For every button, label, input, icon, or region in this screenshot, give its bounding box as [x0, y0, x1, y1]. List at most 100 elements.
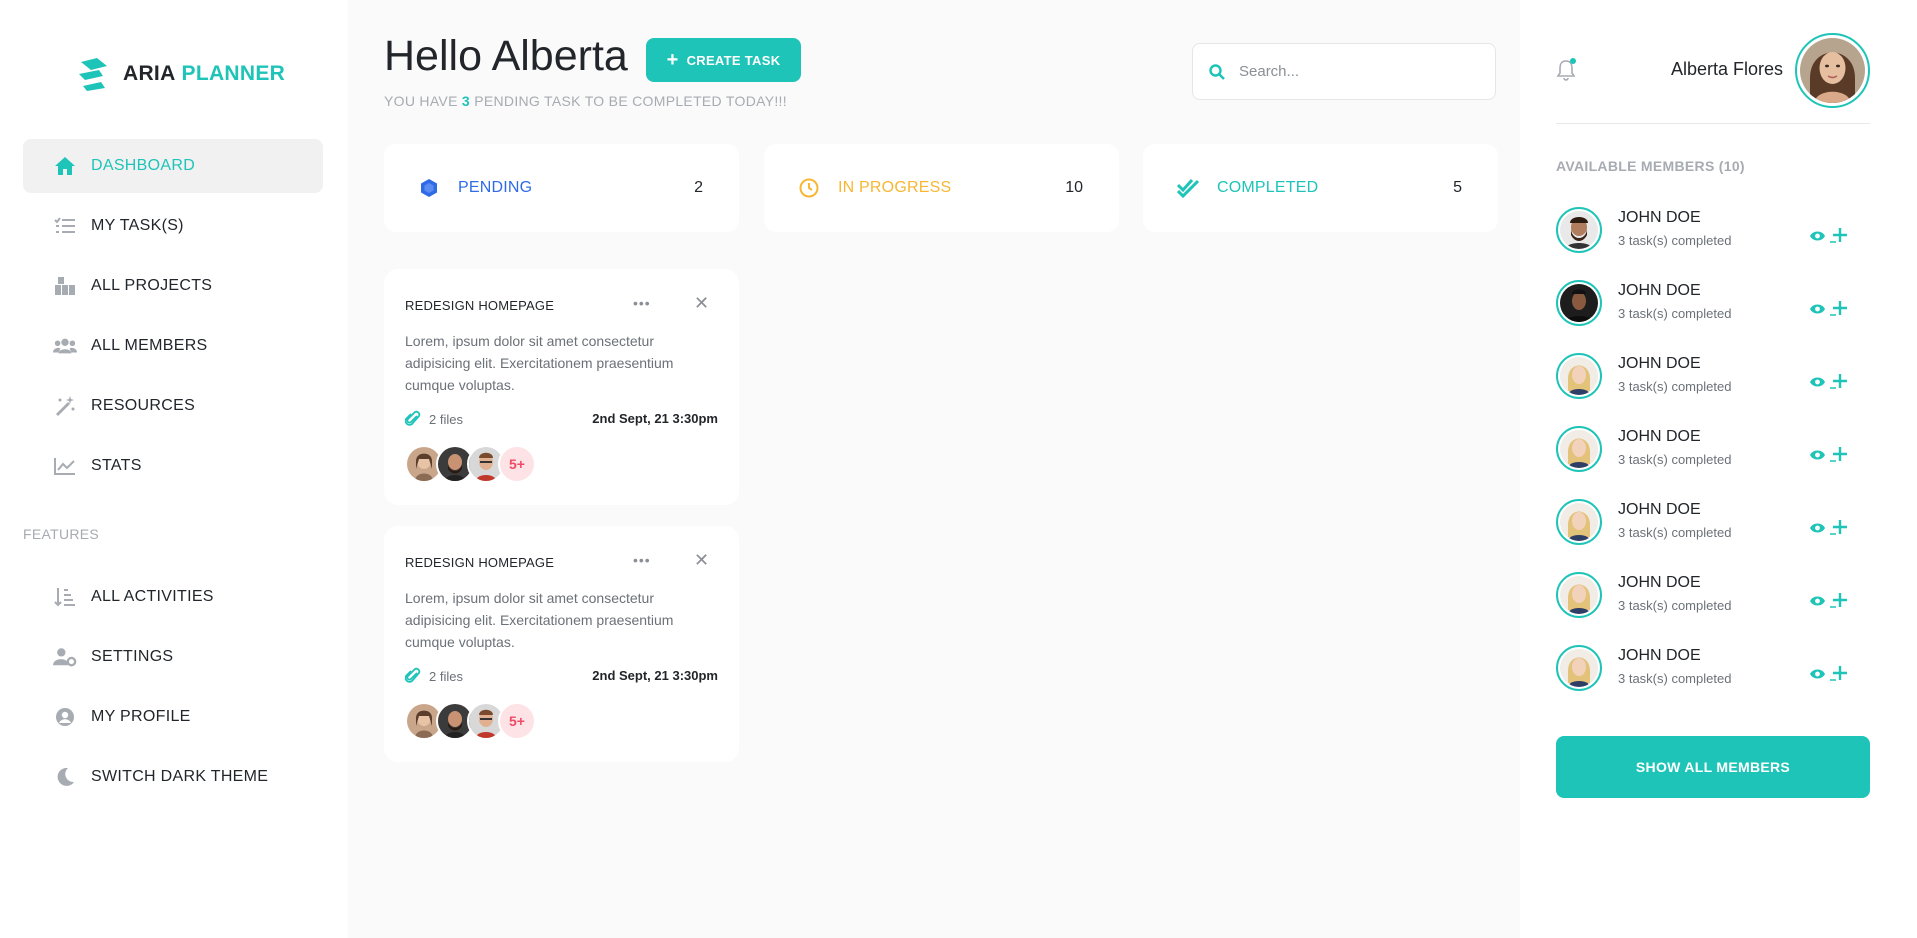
member-name: JOHN DOE [1618, 501, 1701, 518]
summary-prefix: YOU HAVE [384, 93, 458, 109]
user-name[interactable]: Alberta Flores [1671, 59, 1783, 80]
add-member-icon[interactable] [1829, 371, 1849, 395]
more-members-badge[interactable]: 5+ [498, 702, 536, 740]
pending-count: 3 [461, 93, 471, 109]
sidebar-item-stats[interactable]: STATS [23, 439, 323, 493]
notification-bell-icon[interactable] [1556, 58, 1578, 87]
features-nav: ALL ACTIVITIES SETTINGS MY PROFILE SWITC… [23, 570, 323, 810]
member-item[interactable]: JOHN DOE 3 task(s) completed [1556, 351, 1870, 401]
member-name: JOHN DOE [1618, 428, 1701, 445]
member-item[interactable]: JOHN DOE 3 task(s) completed [1556, 497, 1870, 547]
member-item[interactable]: JOHN DOE 3 task(s) completed [1556, 643, 1870, 693]
show-all-members-button[interactable]: SHOW ALL MEMBERS [1556, 736, 1870, 798]
member-item[interactable]: JOHN DOE 3 task(s) completed [1556, 570, 1870, 620]
summary-suffix: PENDING TASK TO BE COMPLETED TODAY!!! [474, 93, 787, 109]
sidebar-item-settings[interactable]: SETTINGS [23, 630, 323, 684]
sidebar-item-resources[interactable]: RESOURCES [23, 379, 323, 433]
stat-card-pending[interactable]: PENDING 2 [384, 144, 739, 232]
magic-wand-icon [53, 395, 77, 417]
page-title: Hello Alberta [384, 32, 628, 80]
member-name: JOHN DOE [1618, 282, 1701, 299]
add-member-icon[interactable] [1829, 663, 1849, 687]
search-box[interactable] [1192, 43, 1496, 100]
files-count: 2 files [429, 668, 463, 684]
avatar [1556, 572, 1602, 618]
more-options-icon[interactable]: ••• [633, 295, 651, 311]
add-member-icon[interactable] [1829, 298, 1849, 322]
task-members[interactable]: 5+ [405, 702, 536, 740]
member-tasks: 3 task(s) completed [1618, 671, 1732, 686]
create-task-button[interactable]: + CREATE TASK [646, 38, 801, 82]
user-avatar[interactable] [1795, 33, 1870, 108]
task-card[interactable]: REDESIGN HOMEPAGE ••• ✕ Lorem, ipsum dol… [384, 269, 739, 505]
sidebar-item-my-tasks[interactable]: MY TASK(S) [23, 199, 323, 253]
home-icon [53, 155, 77, 177]
member-item[interactable]: JOHN DOE 3 task(s) completed [1556, 278, 1870, 328]
brand-name-part2: PLANNER [181, 62, 286, 85]
stat-label: PENDING [458, 179, 533, 196]
sidebar-item-switch-dark-theme[interactable]: SWITCH DARK THEME [23, 750, 323, 804]
stat-count: 2 [694, 179, 703, 196]
sidebar-item-label: MY PROFILE [91, 708, 191, 725]
eye-icon[interactable] [1809, 594, 1826, 612]
sidebar-item-my-profile[interactable]: MY PROFILE [23, 690, 323, 744]
sidebar-item-label: SETTINGS [91, 648, 174, 665]
add-member-icon[interactable] [1829, 517, 1849, 541]
eye-icon[interactable] [1809, 667, 1826, 685]
sidebar-item-label: RESOURCES [91, 397, 196, 414]
close-icon[interactable]: ✕ [694, 550, 709, 571]
stat-card-in-progress[interactable]: IN PROGRESS 10 [764, 144, 1119, 232]
member-tasks: 3 task(s) completed [1618, 233, 1732, 248]
task-files[interactable]: 2 files [405, 667, 463, 685]
divider [1556, 123, 1870, 124]
cube-icon [418, 177, 440, 199]
chart-icon [53, 455, 77, 477]
more-options-icon[interactable]: ••• [633, 552, 651, 568]
avatar [1556, 207, 1602, 253]
member-item[interactable]: JOHN DOE 3 task(s) completed [1556, 205, 1870, 255]
task-title: REDESIGN HOMEPAGE [405, 555, 555, 570]
task-members[interactable]: 5+ [405, 445, 536, 483]
avatar [1556, 353, 1602, 399]
add-member-icon[interactable] [1829, 225, 1849, 249]
task-date: 2nd Sept, 21 3:30pm [592, 411, 718, 426]
sidebar-item-dashboard[interactable]: DASHBOARD [23, 139, 323, 193]
sidebar-item-all-projects[interactable]: ALL PROJECTS [23, 259, 323, 313]
search-input[interactable] [1239, 63, 1459, 80]
sidebar-item-label: ALL MEMBERS [91, 337, 208, 354]
available-members-title: AVAILABLE MEMBERS (10) [1556, 158, 1745, 174]
sort-list-icon [53, 586, 77, 608]
sidebar-item-label: DASHBOARD [91, 157, 196, 174]
stat-label: COMPLETED [1217, 179, 1319, 196]
avatar [1556, 499, 1602, 545]
eye-icon[interactable] [1809, 448, 1826, 466]
sidebar-item-all-members[interactable]: ALL MEMBERS [23, 319, 323, 373]
add-member-icon[interactable] [1829, 444, 1849, 468]
task-date: 2nd Sept, 21 3:30pm [592, 668, 718, 683]
eye-icon[interactable] [1809, 302, 1826, 320]
eye-icon[interactable] [1809, 521, 1826, 539]
brand-name-part1: ARIA [123, 62, 176, 85]
sidebar: ARIA PLANNER DASHBOARD MY TASK(S) ALL PRO… [0, 0, 348, 938]
double-check-icon [1177, 177, 1199, 199]
eye-icon[interactable] [1809, 375, 1826, 393]
task-title: REDESIGN HOMEPAGE [405, 298, 555, 313]
member-tasks: 3 task(s) completed [1618, 306, 1732, 321]
brand-logo[interactable]: ARIA PLANNER [77, 56, 285, 92]
stat-count: 5 [1453, 179, 1462, 196]
add-member-icon[interactable] [1829, 590, 1849, 614]
main-nav: DASHBOARD MY TASK(S) ALL PROJECTS ALL ME… [23, 139, 323, 499]
stat-count: 10 [1065, 179, 1083, 196]
more-members-badge[interactable]: 5+ [498, 445, 536, 483]
member-name: JOHN DOE [1618, 647, 1701, 664]
stat-label: IN PROGRESS [838, 179, 952, 196]
sidebar-item-all-activities[interactable]: ALL ACTIVITIES [23, 570, 323, 624]
eye-icon[interactable] [1809, 229, 1826, 247]
close-icon[interactable]: ✕ [694, 293, 709, 314]
task-list-icon [53, 215, 77, 237]
task-card[interactable]: REDESIGN HOMEPAGE ••• ✕ Lorem, ipsum dol… [384, 526, 739, 762]
task-files[interactable]: 2 files [405, 410, 463, 428]
member-item[interactable]: JOHN DOE 3 task(s) completed [1556, 424, 1870, 474]
stat-card-completed[interactable]: COMPLETED 5 [1143, 144, 1498, 232]
files-count: 2 files [429, 411, 463, 427]
